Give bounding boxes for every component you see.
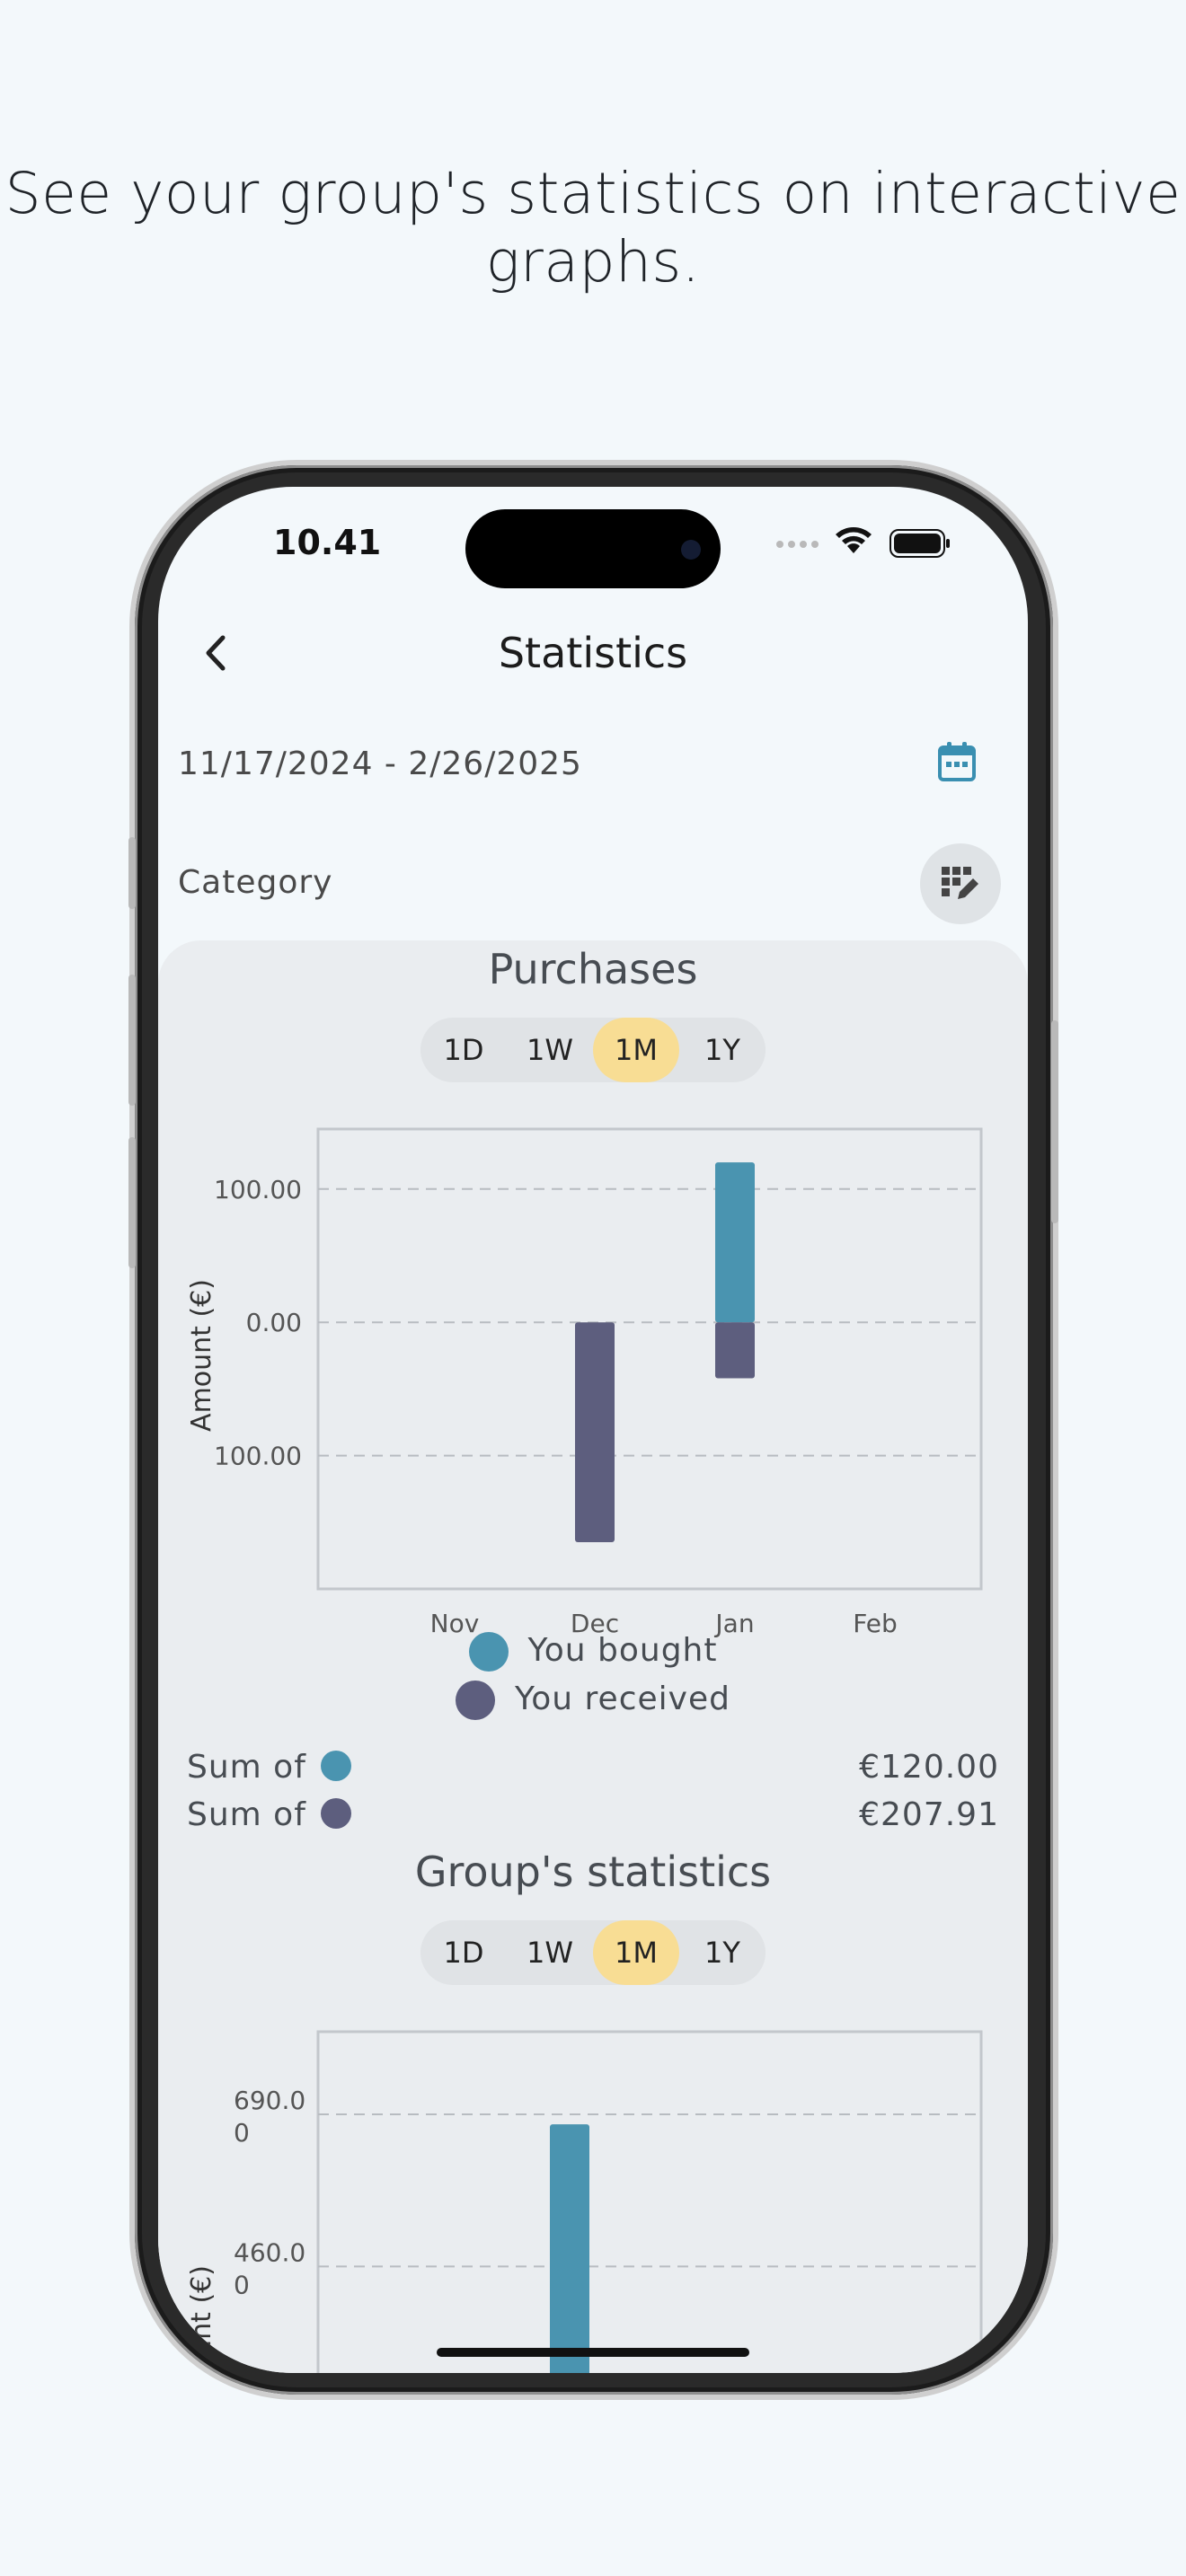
sum-received-label: Sum of: [187, 1796, 351, 1833]
y-tick-label: 460.0 0: [234, 2237, 305, 2299]
y-axis-label: Amount (€): [186, 2265, 217, 2373]
dynamic-island: [465, 509, 721, 588]
legend-item-bought: You bought: [158, 1632, 1028, 1672]
category-edit-button[interactable]: [920, 843, 1001, 924]
phone-screen: 10.41 Statistics 11/17/2024 - 2/26/2025 …: [158, 487, 1028, 2373]
group-range-option-1w[interactable]: 1W: [507, 1920, 593, 1985]
sum-bought-label: Sum of: [187, 1749, 351, 1786]
purchases-title: Purchases: [488, 945, 698, 993]
range-option-1d[interactable]: 1D: [420, 1018, 507, 1082]
y-axis-label: Amount (€): [186, 1279, 217, 1432]
sum-bought-dot: [320, 1751, 351, 1781]
sum-bought-value: €120.00: [859, 1749, 999, 1786]
group-range-selector: 1D 1W 1M 1Y: [420, 1920, 766, 1985]
bar-you-received-dec: [575, 1322, 615, 1543]
camera-icon: [681, 540, 701, 560]
volume-down-button: [128, 1137, 136, 1268]
battery-icon: [890, 529, 950, 558]
range-option-1w[interactable]: 1W: [507, 1018, 593, 1082]
legend-label-received: You received: [515, 1681, 730, 1717]
y-tick-label: 100.00: [214, 1175, 302, 1204]
y-tick-label: 690.0 0: [234, 2086, 305, 2148]
date-range[interactable]: 11/17/2024 - 2/26/2025: [178, 745, 582, 782]
cellular-signal-icon: [776, 541, 823, 550]
group-stats-title: Group's statistics: [414, 1848, 772, 1896]
action-button: [128, 837, 136, 909]
legend-item-received: You received: [158, 1681, 1028, 1720]
status-time: 10.41: [273, 523, 382, 562]
bar-you-bought-jan: [715, 1162, 755, 1323]
plot-frame: [316, 2030, 983, 2373]
legend-label-bought: You bought: [527, 1632, 718, 1669]
volume-up-button: [128, 975, 136, 1106]
wifi-icon: [836, 527, 872, 553]
purchases-range-selector: 1D 1W 1M 1Y: [420, 1018, 766, 1082]
legend-dot-received: [456, 1681, 496, 1720]
group-range-option-1d[interactable]: 1D: [420, 1920, 507, 1985]
calendar-icon[interactable]: [934, 739, 979, 784]
group-range-option-1y[interactable]: 1Y: [679, 1920, 766, 1985]
grid-edit-icon: [942, 867, 978, 899]
headline: See your group's statistics on interacti…: [4, 161, 1182, 295]
page-title: Statistics: [498, 629, 688, 677]
legend-dot-bought: [468, 1632, 509, 1672]
group-range-option-1m[interactable]: 1M: [593, 1920, 679, 1985]
bar-you-received-jan: [715, 1322, 755, 1379]
power-button: [1051, 1020, 1058, 1223]
sum-received-text: Sum of: [187, 1796, 306, 1833]
bar-group-dec: [550, 2124, 589, 2373]
home-indicator[interactable]: [437, 2348, 749, 2357]
sum-bought-text: Sum of: [187, 1749, 306, 1786]
range-option-1m[interactable]: 1M: [593, 1018, 679, 1082]
plot-frame: [316, 1127, 983, 1591]
sum-received-dot: [320, 1798, 351, 1829]
statistics-panel: Purchases 1D 1W 1M 1Y 100.00 0.00 100.00 Am…: [158, 940, 1028, 2373]
category-label: Category: [178, 864, 333, 901]
group-stats-chart[interactable]: 690.0 0460.0 0230.0 0Amount (€): [185, 2005, 1021, 2373]
y-tick-label: 0.00: [246, 1308, 302, 1337]
sum-received-value: €207.91: [859, 1796, 999, 1833]
purchases-chart[interactable]: 100.000.00100.00Amount (€)Nov Dec Jan Feb: [185, 1102, 1021, 1641]
y-tick-label: 100.00: [214, 1442, 302, 1471]
range-option-1y[interactable]: 1Y: [679, 1018, 766, 1082]
